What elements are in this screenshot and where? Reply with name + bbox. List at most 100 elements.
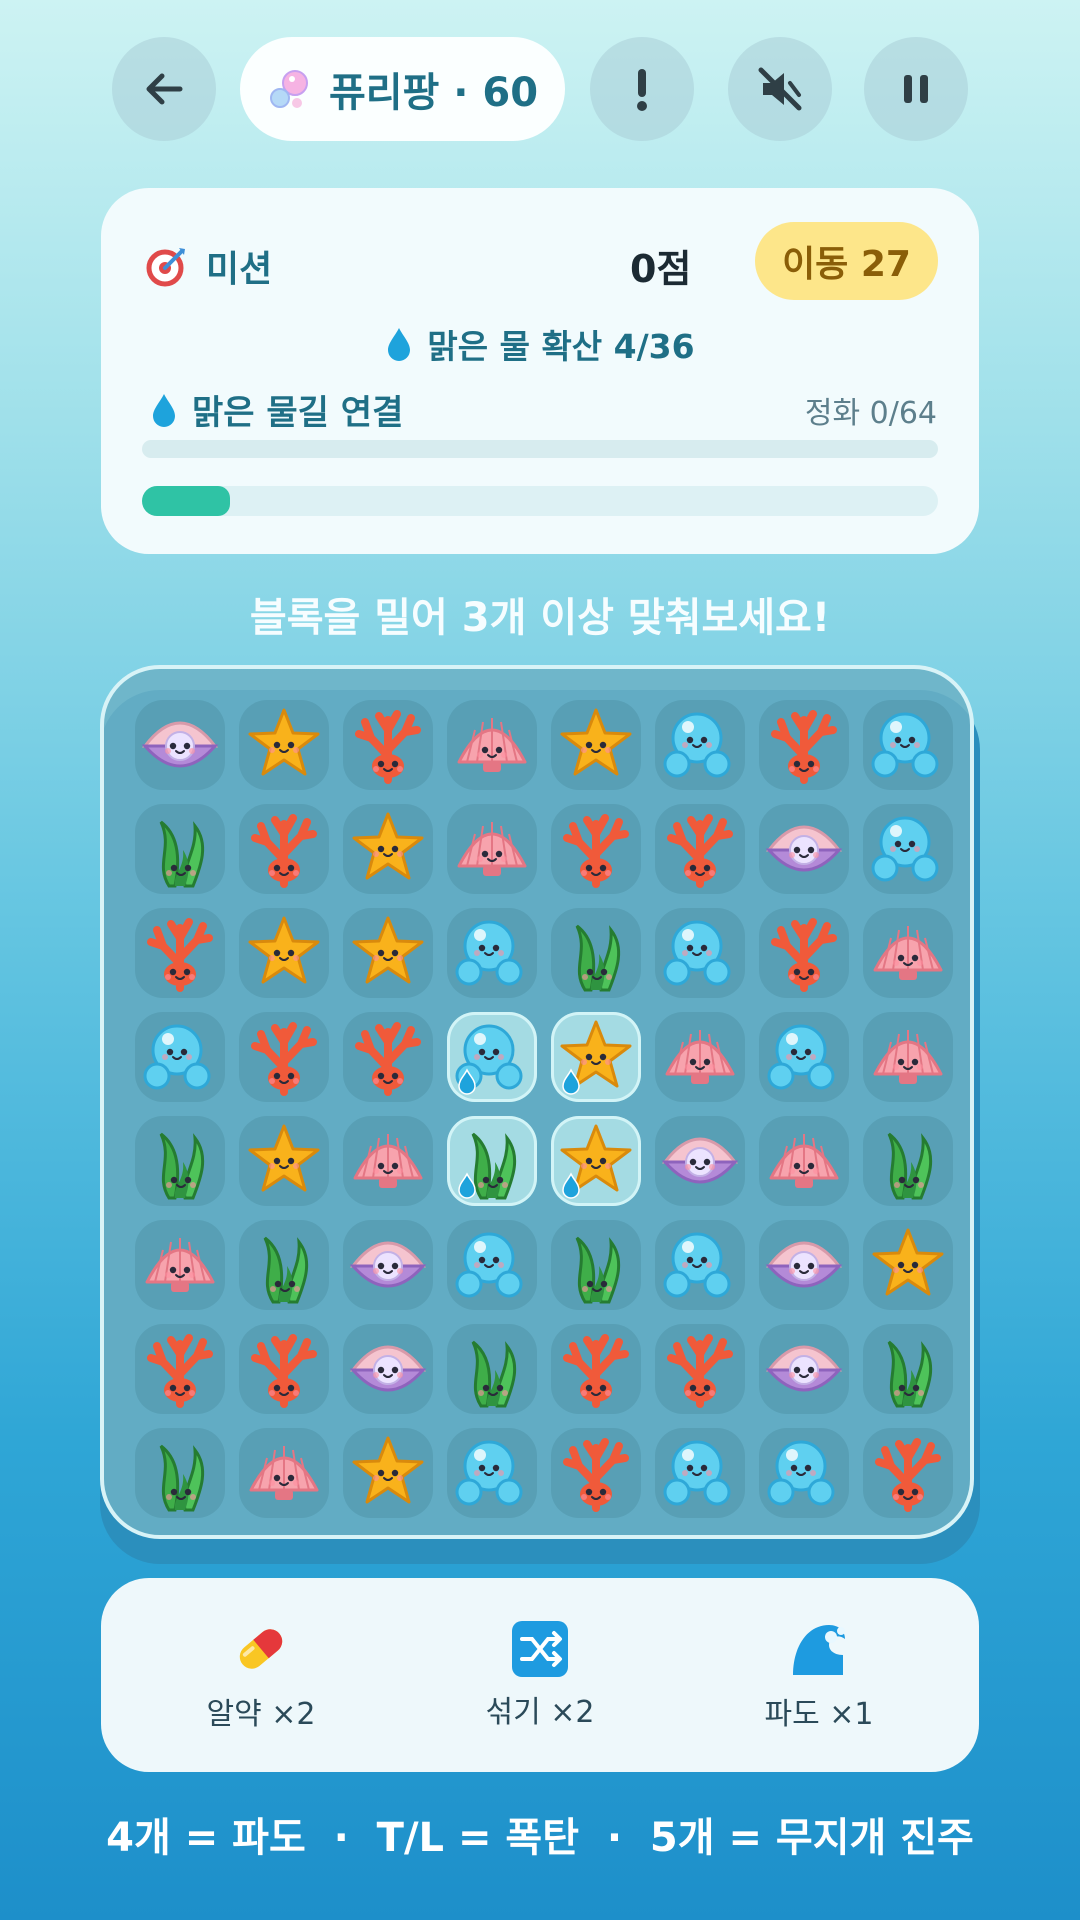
board-tile[interactable] (135, 1428, 225, 1518)
booster-pill[interactable]: 알약 ×2 (161, 1578, 361, 1772)
level-title: 퓨리팡 · 60 (328, 70, 539, 116)
coral-icon (251, 814, 317, 888)
board-tile[interactable] (551, 908, 641, 998)
back-button[interactable] (112, 37, 216, 141)
wave-icon (793, 1625, 845, 1675)
exclamation-icon (637, 69, 647, 111)
board-tile-clear-water[interactable] (551, 1116, 641, 1206)
game-board[interactable] (100, 665, 974, 1539)
board-tile[interactable] (551, 804, 641, 894)
board-tile[interactable] (551, 700, 641, 790)
starfish-icon (872, 1228, 944, 1296)
board-tile[interactable] (655, 1116, 745, 1206)
water-drop-icon (153, 393, 175, 427)
board-tile[interactable] (655, 1324, 745, 1414)
seaweed-icon (575, 1236, 621, 1304)
board-tile[interactable] (239, 1220, 329, 1310)
board-tile[interactable] (759, 908, 849, 998)
coral-icon (771, 918, 837, 992)
board-tile[interactable] (759, 804, 849, 894)
booster-wave[interactable]: 파도 ×1 (719, 1578, 919, 1772)
board-tile[interactable] (655, 804, 745, 894)
board-tile[interactable] (863, 908, 953, 998)
starfish-icon (352, 916, 424, 984)
shuffle-label: 섞기 ×2 (485, 1695, 595, 1730)
board-tile[interactable] (551, 1428, 641, 1518)
board-tile[interactable] (239, 1428, 329, 1518)
board-tile[interactable] (655, 700, 745, 790)
coral-icon (771, 710, 837, 784)
board-tile[interactable] (239, 700, 329, 790)
board-tile[interactable] (343, 804, 433, 894)
board-tile[interactable] (239, 1116, 329, 1206)
board-tile[interactable] (551, 1324, 641, 1414)
board-tile[interactable] (447, 1324, 537, 1414)
shuffle-icon (512, 1621, 568, 1677)
board-tile[interactable] (759, 1116, 849, 1206)
purify-progress-bar (142, 486, 938, 516)
board-tile[interactable] (759, 1012, 849, 1102)
board-tile[interactable] (135, 804, 225, 894)
board-tile[interactable] (343, 908, 433, 998)
board-tile[interactable] (863, 1324, 953, 1414)
board-tile[interactable] (863, 1428, 953, 1518)
target-icon (146, 248, 185, 287)
coral-icon (667, 814, 733, 888)
board-tile[interactable] (551, 1220, 641, 1310)
booster-shuffle[interactable]: 섞기 ×2 (440, 1578, 640, 1772)
board-tile[interactable] (863, 1220, 953, 1310)
seaweed-icon (575, 924, 621, 992)
board-tile[interactable] (239, 908, 329, 998)
bubble-icon (663, 920, 731, 986)
board-tile[interactable] (655, 908, 745, 998)
board-tile[interactable] (655, 1012, 745, 1102)
board-tile[interactable] (239, 1324, 329, 1414)
board-tile[interactable] (655, 1428, 745, 1518)
board-tile[interactable] (759, 1220, 849, 1310)
board-tile[interactable] (863, 1116, 953, 1206)
board-tile[interactable] (759, 700, 849, 790)
starfish-icon (248, 708, 320, 776)
seaweed-icon (471, 1340, 517, 1408)
pause-button[interactable] (864, 37, 968, 141)
shell-icon (665, 1030, 735, 1084)
combo-legend: 4개 = 파도 · T/L = 폭탄 · 5개 = 무지개 진주 (106, 1815, 974, 1861)
mute-button[interactable] (728, 37, 832, 141)
board-tile[interactable] (135, 908, 225, 998)
board-tile-clear-water[interactable] (551, 1012, 641, 1102)
board-tile[interactable] (343, 1012, 433, 1102)
board-tile[interactable] (447, 1220, 537, 1310)
bubble-icon (663, 1232, 731, 1298)
board-tile[interactable] (343, 1324, 433, 1414)
board-tile[interactable] (135, 1220, 225, 1310)
board-tile[interactable] (343, 1116, 433, 1206)
board-tile[interactable] (447, 700, 537, 790)
coral-icon (147, 918, 213, 992)
board-tile[interactable] (343, 1220, 433, 1310)
board-tile[interactable] (863, 1012, 953, 1102)
seaweed-icon (159, 1132, 205, 1200)
board-tile[interactable] (655, 1220, 745, 1310)
starfish-icon (560, 708, 632, 776)
board-tile-clear-water[interactable] (447, 1116, 537, 1206)
board-tile[interactable] (135, 700, 225, 790)
board-tile[interactable] (447, 908, 537, 998)
info-button[interactable] (590, 37, 694, 141)
board-tile[interactable] (135, 1324, 225, 1414)
board-tile[interactable] (863, 700, 953, 790)
pearl-clam-icon (765, 1345, 843, 1392)
purify-progress-fill (142, 486, 230, 516)
board-tile[interactable] (239, 1012, 329, 1102)
board-tile[interactable] (135, 1012, 225, 1102)
board-tile[interactable] (759, 1324, 849, 1414)
board-tile[interactable] (135, 1116, 225, 1206)
board-tile[interactable] (343, 1428, 433, 1518)
board-tile-clear-water[interactable] (447, 1012, 537, 1102)
board-tile[interactable] (447, 1428, 537, 1518)
board-tile[interactable] (863, 804, 953, 894)
board-tile[interactable] (447, 804, 537, 894)
board-tile[interactable] (239, 804, 329, 894)
bubble-icon (143, 1024, 211, 1090)
board-tile[interactable] (343, 700, 433, 790)
board-tile[interactable] (759, 1428, 849, 1518)
